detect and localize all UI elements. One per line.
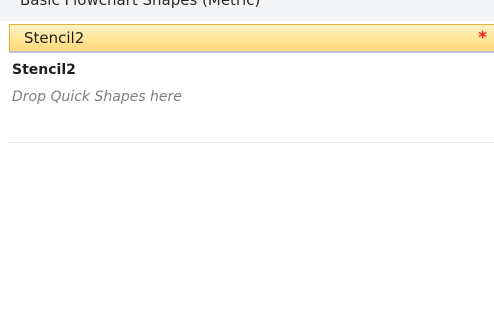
unsaved-asterisk-icon: *	[478, 28, 487, 48]
previous-stencil-label: Basic Flowchart Shapes (Metric)	[20, 0, 261, 9]
stencil-header-label: Stencil2	[24, 29, 85, 47]
drop-quick-shapes-hint: Drop Quick Shapes here	[12, 89, 182, 105]
previous-stencil-header[interactable]: Basic Flowchart Shapes (Metric)	[0, 0, 494, 21]
stencil-shapes-area[interactable]	[0, 143, 494, 309]
stencil-title: Stencil2	[12, 62, 76, 78]
stencil-header-stencil2[interactable]: Stencil2 *	[9, 24, 494, 53]
